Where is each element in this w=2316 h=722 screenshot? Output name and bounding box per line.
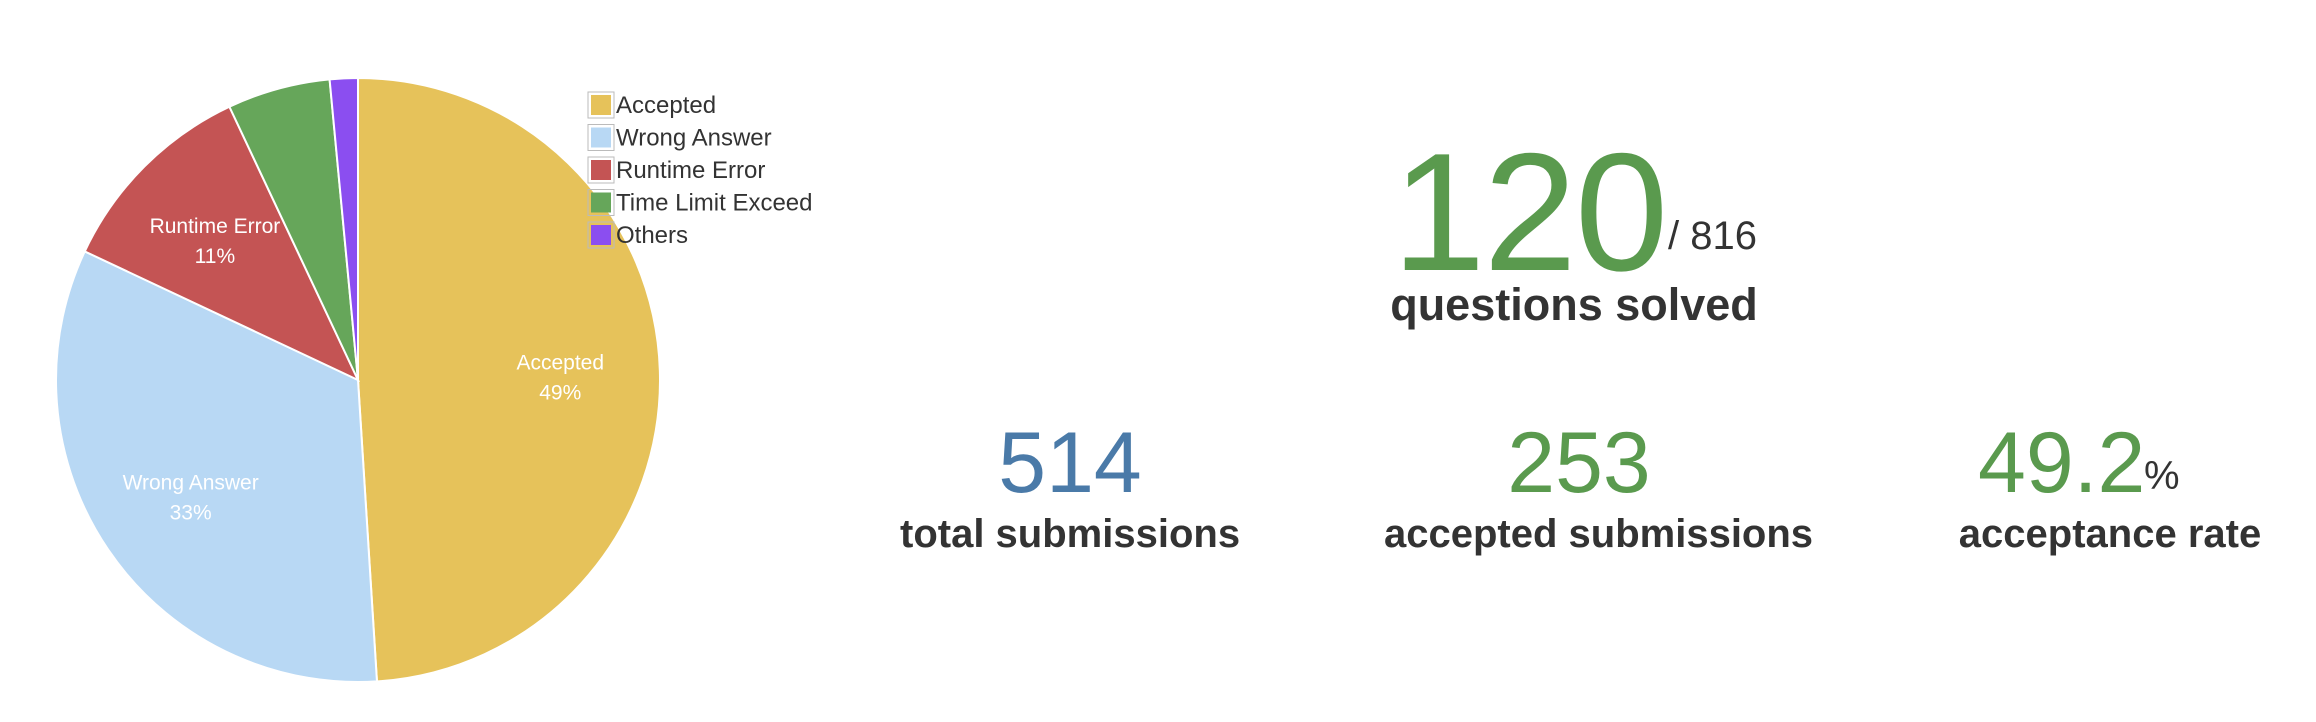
legend-label[interactable]: Accepted <box>616 92 716 119</box>
legend-label[interactable]: Time Limit Exceed <box>616 190 813 217</box>
legend-label[interactable]: Runtime Error <box>616 157 765 184</box>
legend-label[interactable]: Others <box>616 222 688 249</box>
slice-percent-label: 11% <box>195 245 235 268</box>
slice-percent-label: 33% <box>170 502 212 525</box>
legend-swatch[interactable] <box>591 95 611 115</box>
chart-legend: Accepted Wrong Answer Runtime Error Time Li… <box>587 91 813 249</box>
legend-swatch[interactable] <box>591 192 611 213</box>
solved-total: / 816 <box>1668 214 1757 258</box>
legend-swatch[interactable] <box>591 160 611 180</box>
acceptance-rate-label: acceptance rate <box>1958 512 2262 556</box>
acceptance-rate-value: 49.2 <box>1978 415 2146 511</box>
accepted-submissions-label: accepted submissions <box>1384 512 1814 556</box>
legend-swatch[interactable] <box>591 225 611 245</box>
pie-slice-accepted[interactable] <box>357 76 661 683</box>
legend-swatch[interactable] <box>591 127 611 148</box>
accepted-submissions-value: 253 <box>1507 415 1651 511</box>
legend-label[interactable]: Wrong Answer <box>616 125 772 152</box>
slice-label: Wrong Answer <box>123 472 259 495</box>
total-submissions-label: total submissions <box>900 512 1241 556</box>
slice-label: Runtime Error <box>150 215 281 238</box>
slice-label: Accepted <box>516 352 604 375</box>
submission-pie-chart: Accepted 49% Wrong Answer 33% Runtime Error 1… <box>55 76 813 683</box>
solved-count: 120 <box>1392 118 1668 306</box>
total-submissions-value: 514 <box>998 415 1142 511</box>
acceptance-rate-unit: % <box>2144 454 2180 498</box>
solved-label: questions solved <box>1390 279 1758 330</box>
slice-percent-label: 49% <box>539 382 581 405</box>
